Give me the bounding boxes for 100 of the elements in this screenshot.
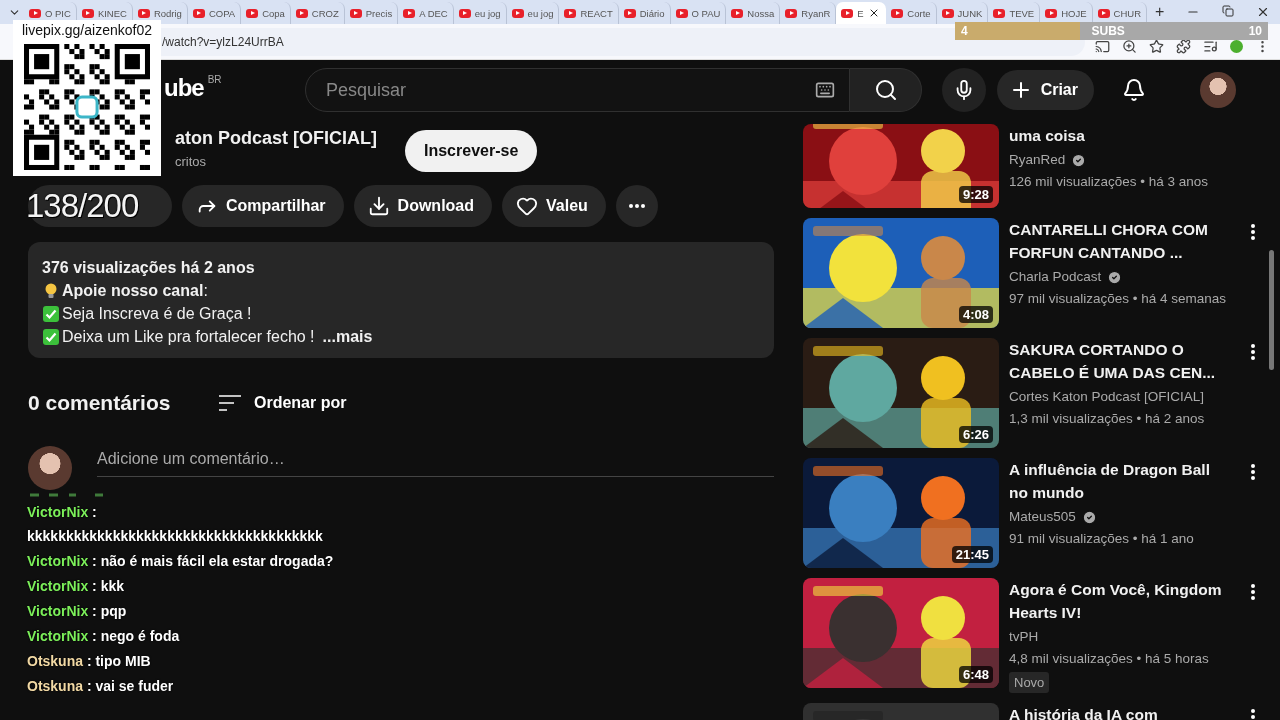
goal-current: 4 xyxy=(961,24,968,38)
video-site-icon xyxy=(841,8,854,18)
video-site-icon xyxy=(564,8,577,18)
action-button[interactable]: Compartilhar xyxy=(182,185,344,227)
chat-message: VictorNix : não é mais fácil ela estar drogada? xyxy=(27,552,335,571)
video-duration: 9:28 xyxy=(958,186,993,203)
video-card[interactable]: 6:26 SAKURA CORTANDO O CABELO É UMA DAS CEN... Cortes Katon Podcast [OFICIAL] 1,3 mil visualizações • há 2 anos xyxy=(803,338,1265,448)
video-stats: 91 mil visualizações • há 1 ano xyxy=(1009,530,1195,548)
video-site-icon xyxy=(623,8,636,18)
chat-message: VictorNix : pqp xyxy=(27,602,128,621)
description-line: 376 visualizações há 2 anos xyxy=(42,258,255,277)
channel-name[interactable]: aton Podcast [OFICIAL] xyxy=(175,127,377,149)
browser-tab[interactable]: E xyxy=(836,2,887,24)
video-duration: 4:08 xyxy=(958,306,993,323)
channel-name[interactable]: Charla Podcast xyxy=(1009,266,1102,288)
video-title[interactable]: CANTARELLI CHORA COM FORFUN CANTANDO ... xyxy=(1009,218,1232,264)
video-title[interactable]: uma coisa xyxy=(1009,124,1235,147)
video-site-icon xyxy=(993,8,1006,18)
video-site-icon xyxy=(785,8,798,18)
close-icon[interactable] xyxy=(1256,5,1270,19)
chat-message: VictorNix : nego é foda xyxy=(27,627,181,646)
video-stats: 4,8 mil visualizações • há 5 horas xyxy=(1009,650,1210,668)
video-title[interactable]: Agora é Com Você, Kingdom Hearts IV! xyxy=(1009,578,1232,624)
new-badge: Novo xyxy=(1009,672,1050,693)
sort-button[interactable]: Ordenar por xyxy=(218,394,347,412)
vertical-dots-icon xyxy=(1251,344,1256,360)
chat-message: VictorNix : kkkkkkkkkkkkkkkkkkkkkkkkkkkkkkkkkkkkkk xyxy=(27,503,324,546)
restore-icon[interactable] xyxy=(1222,5,1234,17)
description-line: Apoie nosso canal: xyxy=(62,281,208,300)
video-title[interactable]: SAKURA CORTANDO O CABELO É UMA DAS CEN... xyxy=(1009,338,1232,384)
video-site-icon xyxy=(891,8,904,18)
account-avatar[interactable] xyxy=(1200,72,1236,108)
search-icon xyxy=(873,78,898,102)
video-site-icon xyxy=(137,8,150,18)
video-site-icon xyxy=(675,8,688,18)
video-title[interactable]: A história da IA com xyxy=(1009,703,1232,720)
zoom-icon[interactable] xyxy=(1122,39,1137,54)
video-card[interactable]: 6:48 Agora é Com Você, Kingdom Hearts IV! tvPH 4,8 mil visualizações • há 5 horas Novo xyxy=(803,578,1265,693)
comment-field[interactable]: Adicione um comentário… xyxy=(97,446,774,477)
bookmark-star-icon[interactable] xyxy=(1149,39,1164,54)
video-site-icon xyxy=(458,8,471,18)
video-site-icon xyxy=(81,8,94,18)
video-site-icon xyxy=(403,8,416,18)
search-button[interactable] xyxy=(850,68,922,112)
video-duration: 6:48 xyxy=(958,666,993,683)
action-button[interactable]: Download xyxy=(353,185,492,227)
search-bar[interactable]: Pesquisar xyxy=(305,68,850,112)
video-site-icon xyxy=(731,8,744,18)
video-site-icon xyxy=(192,8,205,18)
like-goal-counter: 138/200 xyxy=(26,187,139,225)
goal-label: SUBS xyxy=(1091,24,1125,38)
profile-icon[interactable] xyxy=(1230,40,1243,53)
download-icon xyxy=(367,195,390,217)
channel-name[interactable]: tvPH xyxy=(1009,626,1039,648)
bell-icon xyxy=(1122,78,1146,102)
media-icon[interactable] xyxy=(1203,39,1218,54)
channel-name[interactable]: Cortes Katon Podcast [OFICIAL] xyxy=(1009,386,1205,408)
video-card[interactable]: 4:08 CANTARELLI CHORA COM FORFUN CANTANDO ... Charla Podcast 97 mil visualizações • há 4 semanas xyxy=(803,218,1265,328)
description-line: Seja Inscreva é de Graça ! xyxy=(62,304,252,323)
video-site-icon xyxy=(1097,8,1110,18)
site-logo[interactable]: ube xyxy=(164,74,204,102)
video-card[interactable]: 21:45 A influência de Dragon Ball no mundo Mateus505 91 mil visualizações • há 1 ano xyxy=(803,458,1265,568)
ellipsis-icon xyxy=(628,204,645,208)
video-site-icon xyxy=(29,8,41,18)
subscribe-button[interactable]: Inscrever-se xyxy=(405,130,538,172)
video-card[interactable]: A história da IA com xyxy=(803,703,1265,720)
sort-icon xyxy=(218,394,242,412)
chat-message: VictorNix : kkk xyxy=(27,577,126,596)
comment-count: 0 comentários xyxy=(28,391,172,415)
like-dislike-button[interactable]: 138/200 xyxy=(28,185,172,227)
microphone-button[interactable] xyxy=(942,68,986,112)
checkmark-icon xyxy=(42,327,60,346)
search-field[interactable]: Pesquisar xyxy=(324,78,815,102)
subscriber-count: critos xyxy=(175,153,208,169)
checkmark-icon xyxy=(42,304,60,323)
new-tab-button[interactable]: + xyxy=(1155,3,1165,21)
vertical-dots-icon xyxy=(1251,584,1256,600)
vertical-dots-icon xyxy=(1251,464,1256,480)
video-card[interactable]: 9:28 uma coisa RyanRed 126 mil visualizações • há 3 anos xyxy=(803,124,1265,208)
description-panel[interactable]: 376 visualizações há 2 anos Apoie nosso canal: Seja Inscreva é de Graça ! Deixa um Like pra fortalecer fecho ! ...mais xyxy=(28,242,774,358)
vertical-dots-icon xyxy=(1251,709,1256,720)
video-title[interactable]: A influência de Dragon Ball no mundo xyxy=(1009,458,1232,504)
video-stats: 126 mil visualizações • há 3 anos xyxy=(1009,173,1210,191)
action-button[interactable]: Valeu xyxy=(502,185,606,227)
video-site-icon xyxy=(349,8,362,18)
video-site-icon xyxy=(295,8,308,18)
keyboard-icon[interactable] xyxy=(815,80,835,100)
scrollbar[interactable] xyxy=(1269,250,1274,370)
video-duration: 6:26 xyxy=(958,426,993,443)
extensions-icon[interactable] xyxy=(1176,39,1191,54)
channel-name[interactable]: Mateus505 xyxy=(1009,506,1076,528)
video-site-icon xyxy=(1045,8,1058,18)
channel-name[interactable]: RyanRed xyxy=(1009,149,1066,171)
chat-message: Otskuna : vai se fuder xyxy=(27,677,175,696)
more-link[interactable]: ...mais xyxy=(322,327,373,346)
cast-icon[interactable] xyxy=(1095,39,1110,54)
heart-icon xyxy=(516,195,538,217)
create-button[interactable]: Criar xyxy=(996,70,1094,110)
video-site-icon xyxy=(511,8,524,18)
user-avatar xyxy=(28,446,72,490)
